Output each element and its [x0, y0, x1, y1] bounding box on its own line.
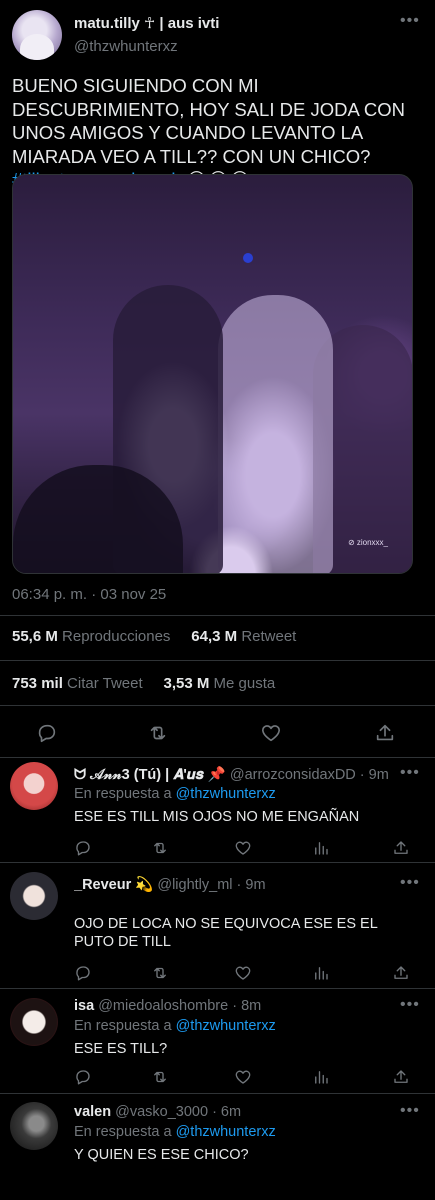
user-handle[interactable]: @miedoaloshombre · 8m — [98, 998, 261, 1014]
like-icon[interactable] — [230, 960, 256, 986]
divider — [0, 615, 435, 616]
more-icon[interactable]: ••• — [400, 1102, 420, 1120]
views-icon[interactable] — [308, 960, 334, 986]
retweets-label: Retweet — [241, 628, 297, 645]
reply-icon[interactable] — [34, 720, 60, 746]
views-label: Reproducciones — [62, 628, 171, 645]
photo-light — [243, 253, 253, 263]
display-name[interactable]: matu.tilly ☥ | aus ivti — [74, 14, 219, 32]
retweet-icon[interactable] — [147, 1064, 173, 1090]
share-icon[interactable] — [388, 960, 414, 986]
avatar[interactable] — [10, 762, 58, 810]
more-icon[interactable]: ••• — [400, 874, 420, 892]
avatar[interactable] — [10, 872, 58, 920]
reply-text: ESE ES TILL? — [74, 1041, 168, 1057]
reply-icon[interactable] — [70, 960, 96, 986]
reply-tweet[interactable]: _Reveur 💫 @lightly_ml · 9m ••• OJO DE LO… — [0, 872, 435, 990]
tweet-image[interactable]: ⊘ zionxxx_ — [12, 174, 413, 574]
share-icon[interactable] — [388, 835, 414, 861]
reply-tweet[interactable]: ᗢ 𝒜𝓃𝓃3 (Tú) | 𝑨'𝒖𝒔 📌 @arrozconsidaxDD · … — [0, 762, 435, 862]
reply-header: _Reveur 💫 @lightly_ml · 9m — [74, 876, 414, 893]
views-icon[interactable] — [308, 1064, 334, 1090]
replying-to: En respuesta a @thzwhunterxz — [74, 1124, 276, 1140]
user-handle[interactable]: @thzwhunterxz — [74, 38, 178, 55]
like-icon[interactable] — [230, 835, 256, 861]
avatar[interactable] — [10, 1102, 58, 1150]
reply-prefix: En respuesta a — [74, 786, 176, 802]
action-bar — [0, 960, 435, 988]
views-icon[interactable] — [308, 835, 334, 861]
like-icon[interactable] — [230, 1064, 256, 1090]
image-watermark: ⊘ zionxxx_ — [347, 538, 388, 547]
avatar[interactable] — [10, 998, 58, 1046]
retweet-icon[interactable] — [145, 720, 171, 746]
divider — [0, 862, 435, 863]
reply-to-link[interactable]: @thzwhunterxz — [176, 786, 276, 802]
replying-to: En respuesta a @thzwhunterxz — [74, 1018, 276, 1034]
stats-row: 55,6 M Reproducciones 64,3 M Retweet — [12, 628, 296, 645]
reply-text: Y QUIEN ES ESE CHICO? — [74, 1147, 249, 1163]
divider — [0, 660, 435, 661]
tweet-body: BUENO SIGUIENDO CON MI DESCUBRIMIENTO, H… — [12, 75, 406, 167]
user-handle[interactable]: @vasko_3000 · 6m — [115, 1104, 241, 1120]
display-name[interactable]: ᗢ 𝒜𝓃𝓃3 (Tú) | 𝑨'𝒖𝒔 📌 — [74, 767, 226, 783]
user-handle[interactable]: @lightly_ml · 9m — [157, 877, 265, 893]
replying-to: En respuesta a @thzwhunterxz — [74, 786, 276, 802]
divider — [0, 988, 435, 989]
reply-text: OJO DE LOCA NO SE EQUIVOCA ESE ES EL PUT… — [74, 916, 378, 950]
reply-to-link[interactable]: @thzwhunterxz — [176, 1124, 276, 1140]
action-bar — [0, 720, 435, 748]
more-icon[interactable]: ••• — [400, 764, 420, 782]
reply-tweet[interactable]: valen @vasko_3000 · 6m ••• En respuesta … — [0, 1100, 435, 1200]
action-bar — [0, 1064, 435, 1092]
reply-tweet[interactable]: isa @miedoaloshombre · 8m ••• En respues… — [0, 994, 435, 1090]
reply-icon[interactable] — [70, 835, 96, 861]
reply-to-link[interactable]: @thzwhunterxz — [176, 1018, 276, 1034]
more-icon[interactable]: ••• — [400, 12, 420, 30]
retweets-count[interactable]: 64,3 M — [191, 628, 237, 645]
likes-count[interactable]: 3,53 M — [163, 675, 209, 692]
retweet-icon[interactable] — [147, 960, 173, 986]
more-icon[interactable]: ••• — [400, 996, 420, 1014]
divider — [0, 757, 435, 758]
reply-prefix: En respuesta a — [74, 1018, 176, 1034]
reply-header: isa @miedoaloshombre · 8m — [74, 998, 414, 1014]
reply-header: ᗢ 𝒜𝓃𝓃3 (Tú) | 𝑨'𝒖𝒔 📌 @arrozconsidaxDD · … — [74, 766, 414, 783]
views-count[interactable]: 55,6 M — [12, 628, 58, 645]
quotes-count[interactable]: 753 mil — [12, 675, 63, 692]
avatar[interactable] — [12, 10, 62, 60]
likes-label: Me gusta — [213, 675, 276, 692]
tweet-header: matu.tilly ☥ | aus ivti @thzwhunterxz — [12, 10, 423, 60]
divider — [0, 1093, 435, 1094]
user-handle[interactable]: @arrozconsidaxDD · 9m — [230, 767, 389, 783]
display-name[interactable]: valen — [74, 1104, 111, 1120]
divider — [0, 705, 435, 706]
display-name[interactable]: isa — [74, 998, 94, 1014]
reply-header: valen @vasko_3000 · 6m — [74, 1104, 414, 1120]
share-icon[interactable] — [388, 1064, 414, 1090]
photo-figure — [218, 295, 333, 573]
share-icon[interactable] — [372, 720, 398, 746]
retweet-icon[interactable] — [147, 835, 173, 861]
reply-icon[interactable] — [70, 1064, 96, 1090]
reply-prefix: En respuesta a — [74, 1124, 176, 1140]
display-name[interactable]: _Reveur 💫 — [74, 877, 153, 893]
action-bar — [0, 835, 435, 863]
reply-text: ESE ES TILL MIS OJOS NO ME ENGAÑAN — [74, 809, 360, 825]
tweet-timestamp[interactable]: 06:34 p. m. · 03 nov 25 — [12, 586, 166, 603]
like-icon[interactable] — [258, 720, 284, 746]
quotes-label: Citar Tweet — [67, 675, 143, 692]
stats-row: 753 mil Citar Tweet 3,53 M Me gusta — [12, 675, 275, 692]
